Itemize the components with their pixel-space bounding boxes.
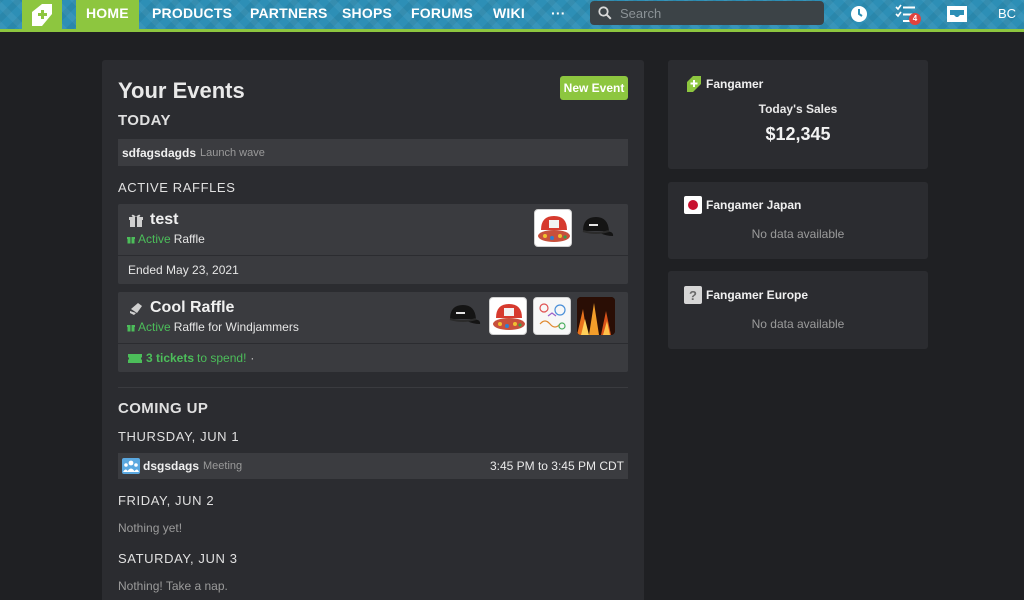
meeting-time: 3:45 PM to 3:45 PM CDT: [489, 459, 624, 473]
day-heading-jun-1: THURSDAY, JUN 1: [118, 429, 240, 444]
fangamer-logo-icon: [684, 75, 702, 93]
tasks-count-badge: 4: [909, 13, 921, 25]
event-name: sdfagsdagds: [122, 145, 197, 160]
nav-shops[interactable]: SHOPS: [332, 0, 402, 29]
raffle-card-divider: [118, 255, 628, 256]
svg-text:?: ?: [689, 288, 697, 303]
no-data-message: No data available: [751, 317, 845, 331]
nav-home[interactable]: HOME: [76, 0, 139, 29]
search-box[interactable]: [590, 1, 824, 25]
empty-day-message: Nothing yet!: [118, 521, 183, 535]
day-heading-jun-3: SATURDAY, JUN 3: [118, 551, 238, 566]
raffle-card-cool-raffle[interactable]: Cool Raffle Active Raffle for Windjammer…: [118, 292, 628, 372]
nav-more[interactable]: ···: [541, 0, 576, 29]
event-kind: Launch wave: [200, 146, 265, 159]
raffle-tickets-line: 3 tickets to spend! ·: [128, 351, 254, 365]
raffle-status-line: Active Raffle for Windjammers: [126, 320, 299, 334]
store-card-fangamer-japan[interactable]: [668, 182, 928, 259]
raffle-card-divider: [118, 343, 628, 344]
new-event-button[interactable]: New Event: [560, 76, 628, 100]
tickets-suffix: to spend!: [197, 351, 247, 365]
raffles-heading: ACTIVE RAFFLES: [118, 180, 236, 195]
product-thumb-fire-scene[interactable]: [577, 297, 615, 335]
empty-day-message: Nothing! Take a nap.: [118, 579, 228, 593]
meeting-event-row[interactable]: dsgsdags Meeting 3:45 PM to 3:45 PM CDT: [118, 453, 628, 479]
raffle-title-text: test: [150, 211, 179, 228]
raffle-title: test: [128, 211, 178, 229]
store-name: Fangamer Europe: [706, 288, 809, 302]
gift-small-icon: [127, 325, 135, 332]
no-data-message: No data available: [751, 227, 845, 241]
nav-partners[interactable]: PARTNERS: [240, 0, 338, 29]
gift-small-icon: [127, 237, 135, 244]
sales-label: Today's Sales: [758, 102, 838, 116]
page-title: Your Events: [118, 78, 245, 103]
raffle-card-test[interactable]: test Active Raffle Ended May 23, 2021: [118, 204, 628, 284]
user-menu[interactable]: BC: [998, 6, 1016, 21]
today-heading: TODAY: [118, 112, 171, 129]
product-thumb-black-cap[interactable]: [578, 209, 616, 247]
tasks-button[interactable]: 4: [894, 3, 921, 25]
unknown-flag-icon: ?: [684, 286, 702, 304]
raffle-detail: Raffle: [173, 232, 205, 246]
raffle-detail: Raffle for Windjammers: [173, 320, 299, 334]
product-thumb-red-cap[interactable]: [489, 297, 527, 335]
inbox-icon: [947, 6, 967, 22]
search-input[interactable]: [620, 5, 810, 21]
inbox-button[interactable]: [945, 3, 969, 25]
disc-icon: [128, 300, 144, 316]
store-name: Fangamer: [706, 77, 764, 91]
store-title: ? Fangamer Europe: [684, 286, 808, 304]
raffle-status: Active: [138, 320, 171, 334]
top-navigation-bar: HOME PRODUCTS PARTNERS SHOPS FORUMS WIKI…: [0, 0, 1024, 32]
raffle-title-text: Cool Raffle: [150, 299, 235, 316]
nav-forums[interactable]: FORUMS: [401, 0, 483, 29]
product-thumb-red-cap[interactable]: [534, 209, 572, 247]
meeting-kind: Meeting: [203, 460, 243, 472]
nav-products[interactable]: PRODUCTS: [142, 0, 242, 29]
raffle-status-line: Active Raffle: [126, 232, 205, 246]
tickets-count: 3 tickets: [146, 351, 195, 365]
raffle-end-date: Ended May 23, 2021: [128, 263, 239, 277]
store-card-fangamer-europe[interactable]: [668, 271, 928, 349]
store-title: Fangamer Japan: [684, 196, 801, 214]
clock-button[interactable]: [850, 3, 868, 25]
ticket-icon: [128, 353, 142, 363]
store-name: Fangamer Japan: [706, 198, 802, 212]
meeting-name: dsgsdags: [143, 459, 200, 473]
fangamer-logo[interactable]: [22, 0, 62, 29]
day-heading-jun-2: FRIDAY, JUN 2: [118, 493, 215, 508]
nav-wiki[interactable]: WIKI: [483, 0, 535, 29]
gift-icon: [128, 212, 144, 228]
product-thumb-black-cap[interactable]: [445, 297, 483, 335]
today-event-row[interactable]: sdfagsdagds Launch wave: [118, 139, 628, 166]
raffle-title: Cool Raffle: [128, 299, 234, 317]
clock-icon: [851, 6, 867, 22]
japan-flag-icon: [684, 196, 702, 214]
store-title: Fangamer: [684, 75, 763, 93]
product-thumb-pattern-print[interactable]: [533, 297, 571, 335]
coming-up-heading: COMING UP: [118, 400, 209, 417]
sales-value: $12,345: [765, 124, 831, 144]
group-icon: [122, 458, 140, 474]
tickets-separator: ·: [250, 351, 255, 365]
search-icon: [598, 6, 612, 20]
raffle-status: Active: [138, 232, 171, 246]
section-divider: [118, 387, 628, 388]
logo-icon: [32, 3, 52, 26]
